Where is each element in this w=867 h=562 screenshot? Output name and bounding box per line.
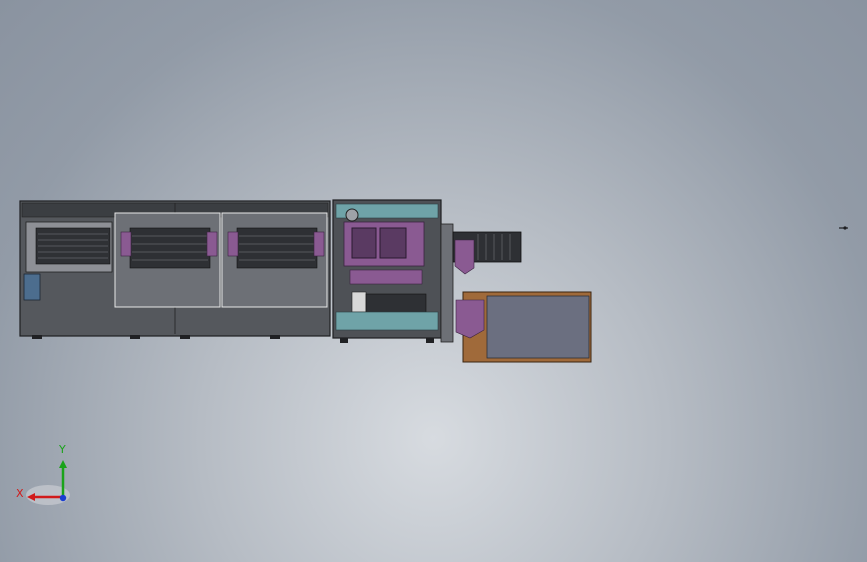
- cad-viewport[interactable]: Y X: [0, 0, 867, 562]
- coordinate-triad: [26, 460, 70, 505]
- output-tray[interactable]: [455, 291, 592, 363]
- left-machine-module[interactable]: [19, 200, 331, 339]
- y-axis-arrowhead: [59, 460, 67, 468]
- y-axis-label: Y: [59, 443, 66, 456]
- machine-assembly-drawing[interactable]: [0, 0, 867, 562]
- cursor-mark: [839, 226, 848, 230]
- z-axis-dot: [59, 494, 67, 502]
- x-axis-label: X: [16, 487, 24, 500]
- center-machine-module[interactable]: [332, 199, 442, 343]
